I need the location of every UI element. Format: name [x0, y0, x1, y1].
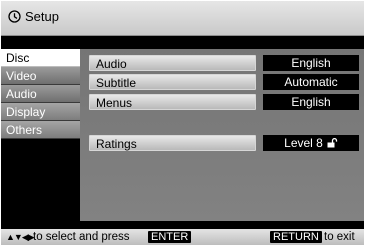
ratings-setting-label: Ratings — [89, 135, 256, 151]
enter-key-label: ENTER — [148, 231, 192, 243]
sidebar-item-display[interactable]: Display — [1, 103, 80, 121]
subtitle-setting-value[interactable]: Automatic — [263, 74, 359, 90]
menus-setting-row[interactable]: Menus English — [89, 94, 359, 110]
menus-setting-label: Menus — [89, 94, 256, 110]
sidebar-item-audio[interactable]: Audio — [1, 85, 80, 103]
subtitle-setting-label: Subtitle — [89, 74, 256, 90]
subtitle-setting-row[interactable]: Subtitle Automatic — [89, 74, 359, 90]
ratings-level-text: Level 8 — [284, 136, 323, 150]
select-hint-text: to select and press — [33, 231, 130, 243]
setup-screen: Setup Disc Video Audio Display Others Au… — [1, 1, 364, 245]
title-bar: Setup — [1, 1, 364, 36]
ratings-setting-value[interactable]: Level 8 — [263, 135, 359, 151]
exit-hint-text: to exit — [324, 231, 355, 243]
sidebar-item-others[interactable]: Others — [1, 121, 80, 139]
ratings-setting-row[interactable]: Ratings Level 8 — [89, 135, 359, 151]
audio-setting-value[interactable]: English — [263, 55, 359, 71]
setup-category-menu: Disc Video Audio Display Others — [1, 49, 80, 139]
footer-hint-bar: ▲▼◀▶ to select and press ENTER RETURN to… — [1, 229, 364, 245]
navigation-arrows-icon: ▲▼◀▶ — [6, 232, 35, 242]
sidebar-item-video[interactable]: Video — [1, 67, 80, 85]
window-title: Setup — [25, 9, 59, 24]
audio-setting-row[interactable]: Audio English — [89, 55, 359, 71]
menus-setting-value[interactable]: English — [263, 94, 359, 110]
setup-icon — [8, 10, 21, 23]
sidebar-item-disc[interactable]: Disc — [1, 49, 80, 67]
unlocked-padlock-icon — [327, 138, 337, 148]
return-key-label: RETURN — [270, 231, 322, 243]
disc-settings-panel: Audio English Subtitle Automatic Menus E… — [80, 49, 364, 221]
audio-setting-label: Audio — [89, 55, 256, 71]
